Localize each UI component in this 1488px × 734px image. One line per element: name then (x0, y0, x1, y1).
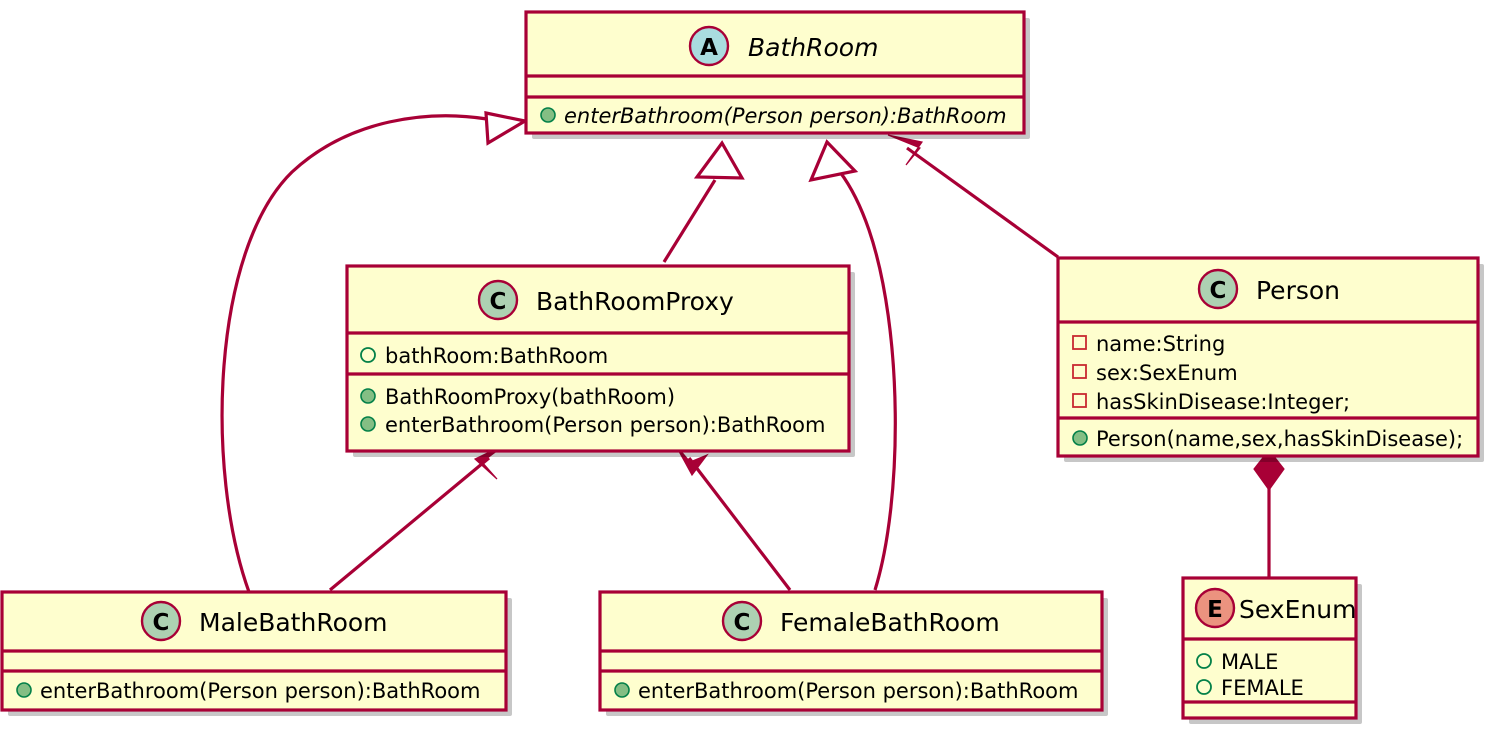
femalebathroom-method-1: enterBathroom(Person person):BathRoom (638, 679, 1078, 703)
class-box-person[interactable]: C Person name:String sex:SexEnum hasSkin… (1056, 256, 1484, 462)
public-field-marker-icon (1196, 679, 1212, 695)
femalebathroom-class-name: FemaleBathRoom (780, 608, 1000, 637)
malebathroom-method-1: enterBathroom(Person person):BathRoom (40, 679, 480, 703)
private-field-marker-icon (1072, 335, 1087, 350)
relation-bathroomproxy-extends-bathroom[interactable] (662, 140, 745, 263)
class-box-bathroom[interactable]: A BathRoom enterBathroom(Person person):… (524, 10, 1030, 139)
person-method-1: Person(name,sex,hasSkinDisease); (1096, 427, 1463, 451)
public-method-marker-icon (360, 388, 376, 404)
public-method-marker-icon (540, 107, 556, 123)
class-box-bathroomproxy[interactable]: C BathRoomProxy bathRoom:BathRoom BathRo… (345, 264, 855, 457)
sexenum-value-1: MALE (1221, 650, 1278, 674)
femalebathroom-badge-letter: C (734, 610, 751, 636)
person-badge-letter: C (1210, 278, 1227, 304)
bathroomproxy-field-1: bathRoom:BathRoom (385, 344, 608, 368)
private-field-marker-icon (1072, 364, 1087, 379)
bathroomproxy-badge-letter: C (490, 289, 507, 315)
sexenum-class-name: SexEnum (1239, 595, 1356, 624)
relation-femalebathroom-to-bathroomproxy[interactable] (674, 443, 792, 591)
diagram-canvas: A BathRoom enterBathroom(Person person):… (0, 10, 1484, 724)
public-method-marker-icon (614, 682, 630, 698)
uml-class-diagram: A BathRoom enterBathroom(Person person):… (0, 0, 1488, 734)
malebathroom-badge-letter: C (153, 610, 170, 636)
person-class-name: Person (1256, 276, 1340, 305)
public-field-marker-icon (1196, 653, 1212, 669)
person-field-1: name:String (1096, 332, 1225, 356)
relation-person-uses-bathroom[interactable] (887, 134, 1059, 259)
bathroomproxy-method-2: enterBathroom(Person person):BathRoom (385, 413, 825, 437)
relation-malebathroom-to-bathroomproxy[interactable] (328, 443, 507, 592)
class-box-malebathroom[interactable]: C MaleBathRoom enterBathroom(Person pers… (0, 590, 512, 716)
public-method-marker-icon (1072, 430, 1088, 446)
abstract-badge-letter: A (700, 35, 718, 61)
malebathroom-class-name: MaleBathRoom (199, 608, 388, 637)
class-box-sexenum[interactable]: E SexEnum MALE FEMALE (1181, 576, 1362, 724)
public-field-marker-icon (360, 347, 376, 363)
public-method-marker-icon (16, 682, 32, 698)
private-field-marker-icon (1072, 393, 1087, 408)
person-field-2: sex:SexEnum (1096, 361, 1238, 385)
bathroomproxy-class-name: BathRoomProxy (536, 287, 734, 316)
public-method-marker-icon (360, 416, 376, 432)
bathroomproxy-method-1: BathRoomProxy(bathRoom) (385, 385, 675, 409)
sexenum-value-2: FEMALE (1221, 676, 1304, 700)
person-field-3: hasSkinDisease:Integer; (1096, 390, 1350, 414)
class-box-femalebathroom[interactable]: C FemaleBathRoom enterBathroom(Person pe… (598, 590, 1108, 716)
relation-person-composes-sexenum[interactable] (1253, 449, 1285, 578)
bathroom-method-1: enterBathroom(Person person):BathRoom (564, 104, 1007, 128)
bathroom-class-name: BathRoom (748, 33, 878, 62)
sexenum-badge-letter: E (1207, 597, 1223, 623)
